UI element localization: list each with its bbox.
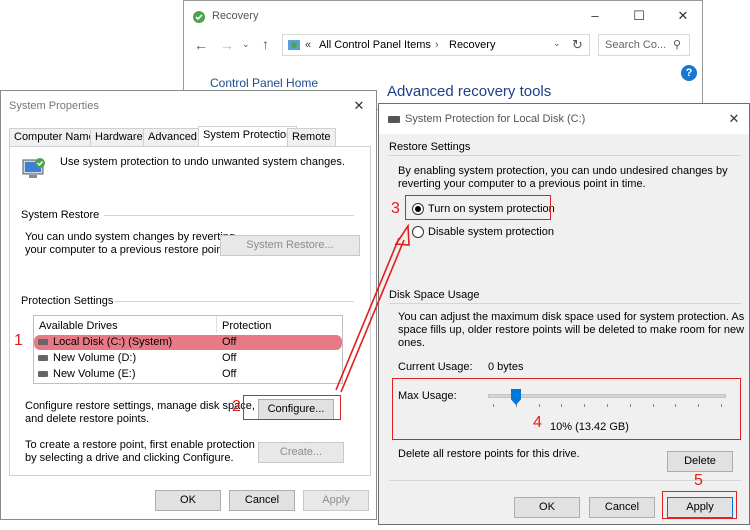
arrow-line-inner — [335, 237, 400, 391]
arrow-line-outer — [340, 239, 405, 393]
annotation-arrow — [335, 223, 410, 393]
